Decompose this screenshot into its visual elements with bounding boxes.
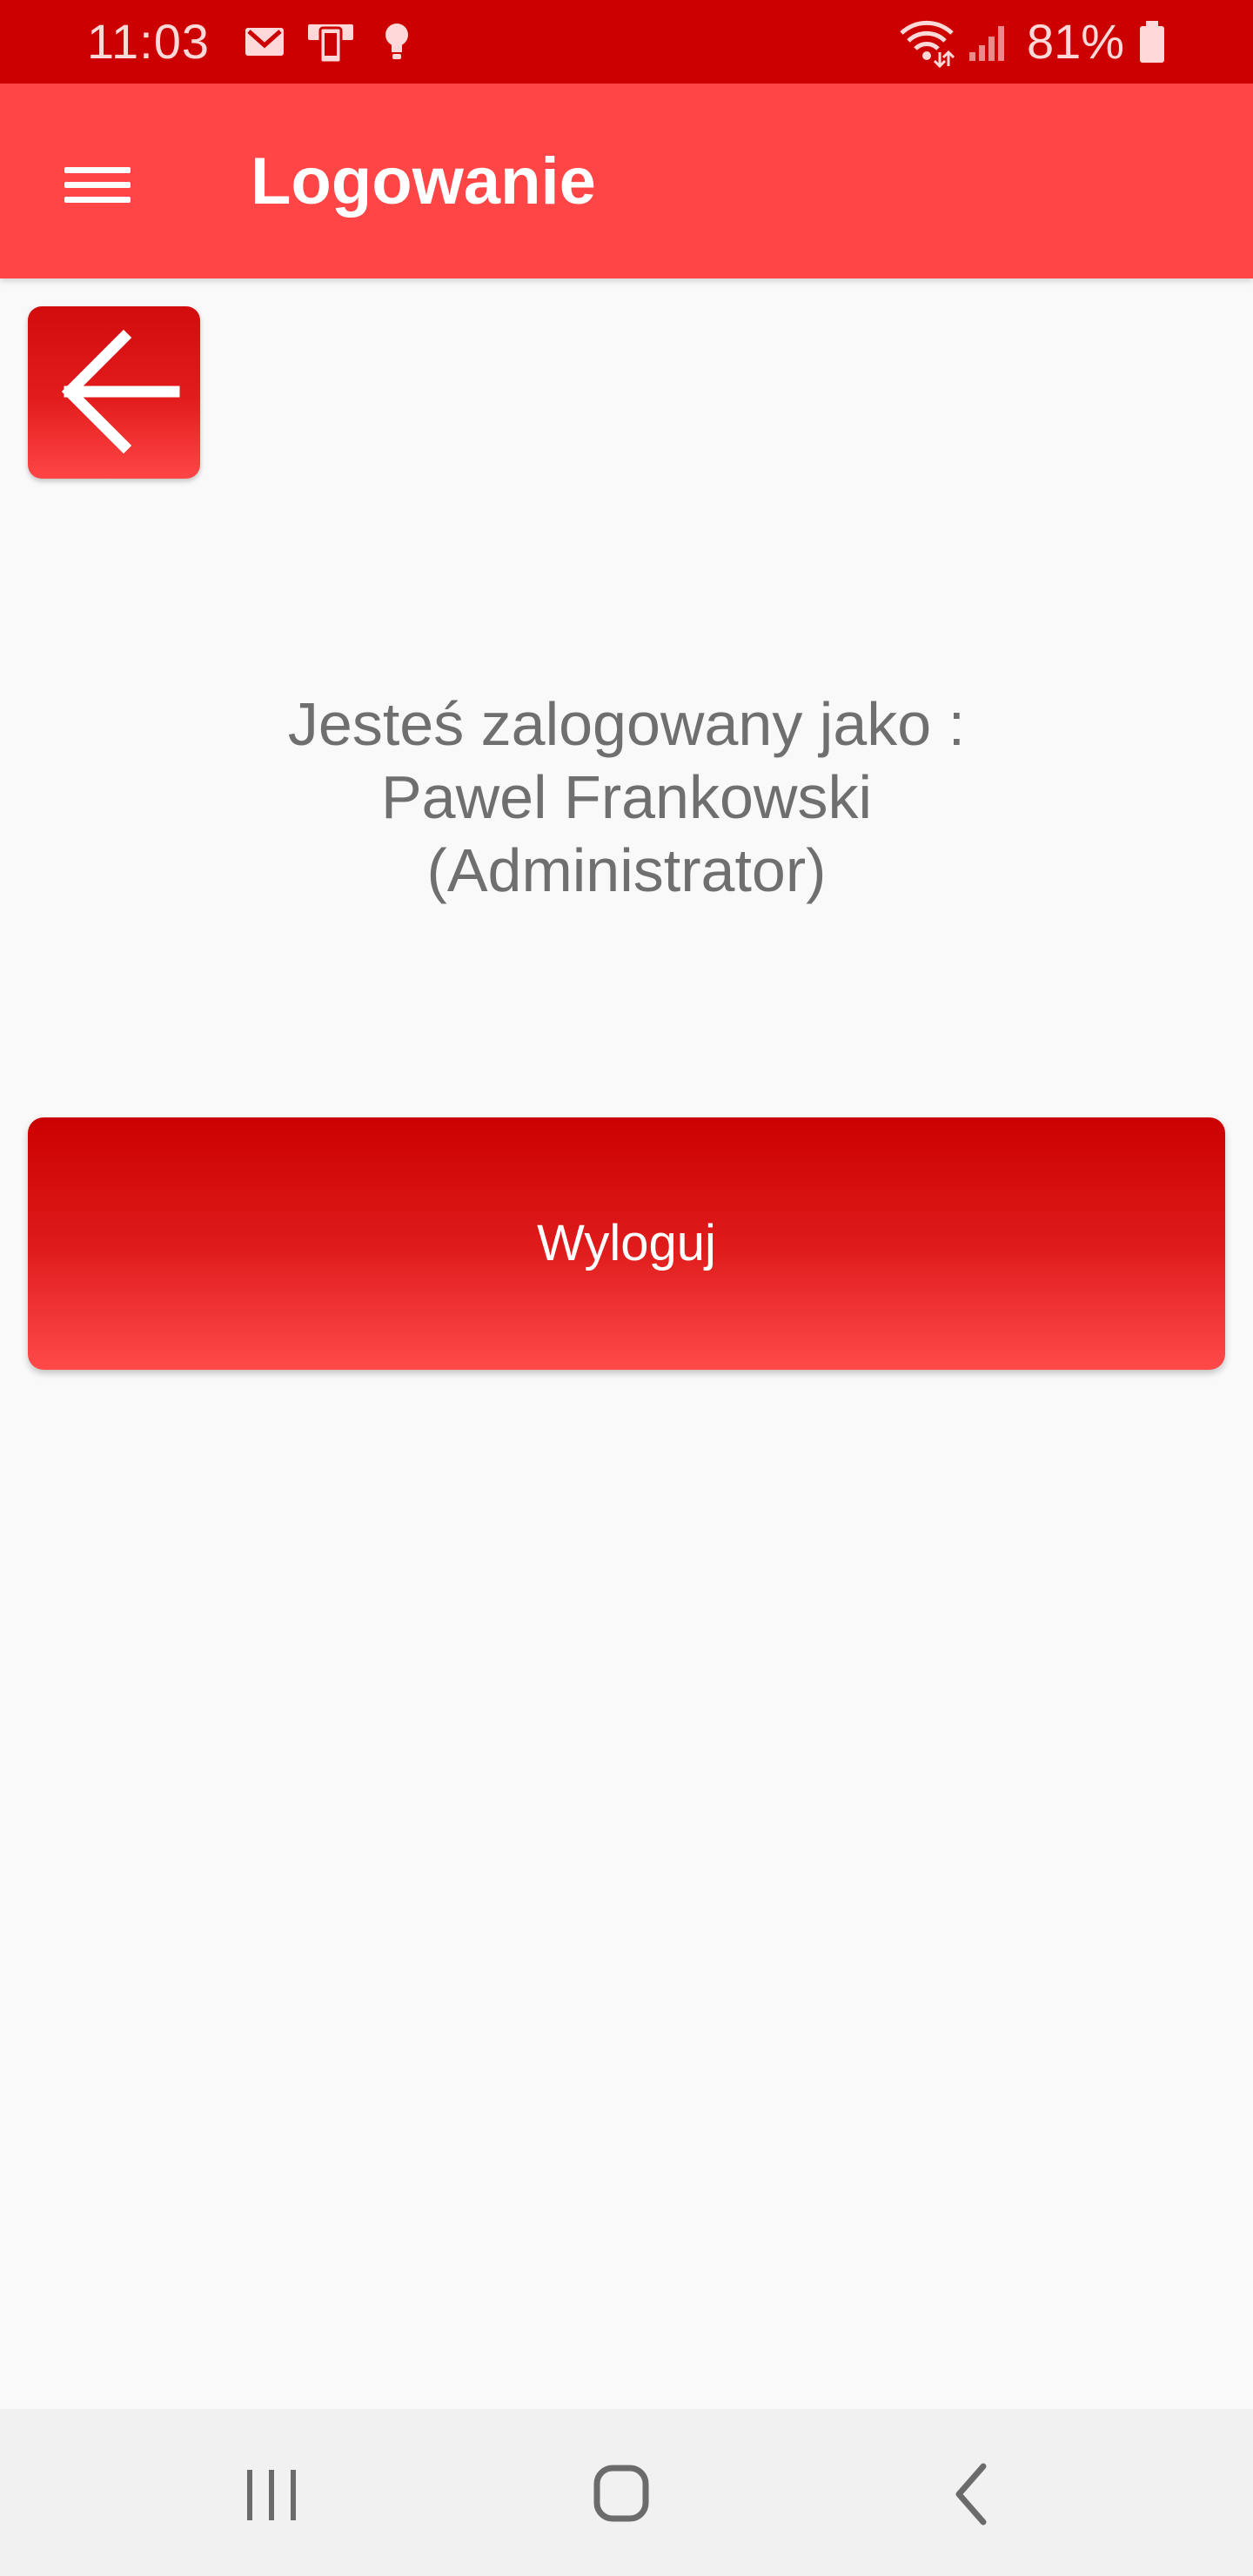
logout-button[interactable]: Wyloguj [28,1117,1225,1370]
arrow-left-icon [61,329,180,454]
app-bar: Logowanie [0,84,1253,278]
user-name: Pawel Frankowski [380,763,873,831]
battery-icon [1136,19,1168,64]
signal-icon [964,19,1011,64]
gmail-icon [242,19,287,64]
lightbulb-icon [376,19,421,64]
status-time: 11:03 [87,14,210,69]
wifi-icon [896,19,957,69]
screen-mirror-icon [305,19,353,64]
navigation-bar [0,2409,1253,2576]
hamburger-menu-icon[interactable] [49,136,144,231]
back-nav-icon[interactable] [921,2440,1025,2545]
page-title: Logowanie [251,144,596,218]
user-role: (Administrator) [426,836,827,904]
battery-percent: 81% [1027,14,1125,69]
home-icon[interactable] [569,2440,673,2545]
status-bar: 11:03 81% [0,0,1253,84]
back-button[interactable] [28,306,200,479]
recent-apps-icon[interactable] [219,2440,324,2545]
login-info: Jesteś zalogowany jako : Pawel Frankowsk… [0,688,1253,907]
login-status-label: Jesteś zalogowany jako : [287,690,966,758]
